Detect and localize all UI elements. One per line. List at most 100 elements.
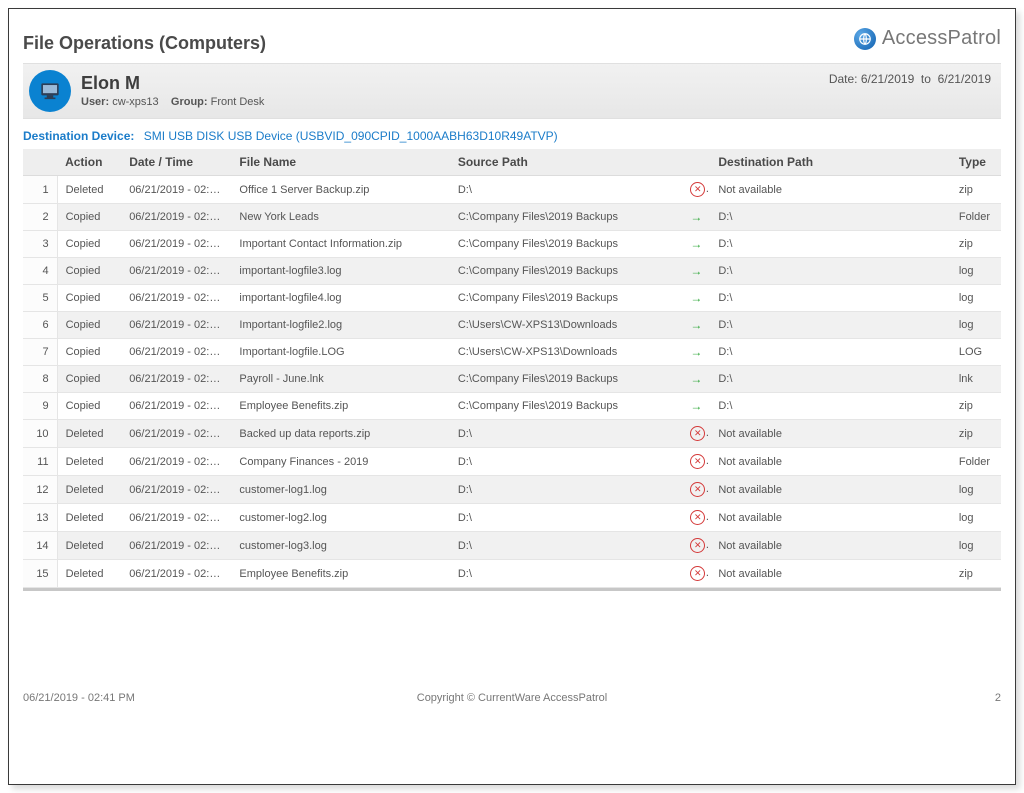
cell-source: C:\Company Files\2019 Backups <box>450 366 682 393</box>
cell-status-icon: ✕ <box>682 448 710 476</box>
table-header-row: Action Date / Time File Name Source Path… <box>23 149 1001 176</box>
row-number: 9 <box>23 393 57 420</box>
cell-datetime: 06/21/2019 - 02:34 PM <box>121 285 231 312</box>
cell-filename: important-logfile4.log <box>231 285 449 312</box>
circle-x-icon: ✕ <box>690 566 705 581</box>
row-number: 2 <box>23 204 57 231</box>
cell-filename: Company Finances - 2019 <box>231 448 449 476</box>
cell-action: Copied <box>57 231 121 258</box>
table-row: 13Deleted06/21/2019 - 02:29 PMcustomer-l… <box>23 504 1001 532</box>
subject-text: Elon M User: cw-xps13 Group: Front Desk <box>81 74 264 108</box>
globe-icon <box>854 28 876 50</box>
cell-status-icon: ✕ <box>682 476 710 504</box>
cell-action: Deleted <box>57 476 121 504</box>
cell-source: C:\Company Files\2019 Backups <box>450 231 682 258</box>
group-value: Front Desk <box>211 96 265 108</box>
arrow-right-icon: → <box>690 210 702 224</box>
cell-source: C:\Company Files\2019 Backups <box>450 393 682 420</box>
cell-source: D:\ <box>450 420 682 448</box>
cell-type: log <box>951 532 1001 560</box>
cell-filename: customer-log2.log <box>231 504 449 532</box>
cell-filename: customer-log3.log <box>231 532 449 560</box>
col-destination: Destination Path <box>710 149 950 176</box>
cell-source: C:\Users\CW-XPS13\Downloads <box>450 339 682 366</box>
row-number: 7 <box>23 339 57 366</box>
cell-type: Folder <box>951 204 1001 231</box>
cell-type: LOG <box>951 339 1001 366</box>
cell-filename: Important-logfile.LOG <box>231 339 449 366</box>
report-content: File Operations (Computers) AccessPatrol <box>23 23 1001 770</box>
arrow-right-icon: → <box>690 318 702 332</box>
cell-filename: Employee Benefits.zip <box>231 393 449 420</box>
cell-destination: D:\ <box>710 312 950 339</box>
cell-datetime: 06/21/2019 - 02:30 PM <box>121 393 231 420</box>
col-type: Type <box>951 149 1001 176</box>
cell-datetime: 06/21/2019 - 02:40 PM <box>121 176 231 204</box>
cell-destination: Not available <box>710 448 950 476</box>
cell-type: lnk <box>951 366 1001 393</box>
cell-source: D:\ <box>450 476 682 504</box>
cell-filename: customer-log1.log <box>231 476 449 504</box>
cell-datetime: 06/21/2019 - 02:29 PM <box>121 476 231 504</box>
table-row: 12Deleted06/21/2019 - 02:29 PMcustomer-l… <box>23 476 1001 504</box>
table-body: 1Deleted06/21/2019 - 02:40 PMOffice 1 Se… <box>23 176 1001 588</box>
user-label: User: <box>81 96 109 108</box>
cell-status-icon: → <box>682 258 710 285</box>
cell-datetime: 06/21/2019 - 02:29 PM <box>121 532 231 560</box>
cell-action: Deleted <box>57 532 121 560</box>
header: File Operations (Computers) AccessPatrol <box>23 23 1001 59</box>
subject-left: Elon M User: cw-xps13 Group: Front Desk <box>29 70 264 112</box>
cell-status-icon: ✕ <box>682 532 710 560</box>
cell-filename: Payroll - June.lnk <box>231 366 449 393</box>
col-action: Action <box>57 149 121 176</box>
cell-destination: D:\ <box>710 285 950 312</box>
cell-action: Copied <box>57 312 121 339</box>
subject-bar: Elon M User: cw-xps13 Group: Front Desk … <box>23 63 1001 119</box>
cell-destination: Not available <box>710 476 950 504</box>
cell-type: zip <box>951 420 1001 448</box>
table-end-rule <box>23 588 1001 591</box>
row-number: 14 <box>23 532 57 560</box>
circle-x-icon: ✕ <box>690 538 705 553</box>
device-label: Destination Device: <box>23 129 134 143</box>
cell-datetime: 06/21/2019 - 02:30 PM <box>121 366 231 393</box>
cell-datetime: 06/21/2019 - 02:34 PM <box>121 258 231 285</box>
table-row: 7Copied06/21/2019 - 02:33 PMImportant-lo… <box>23 339 1001 366</box>
brand: AccessPatrol <box>854 27 1001 50</box>
cell-action: Deleted <box>57 504 121 532</box>
arrow-right-icon: → <box>690 345 702 359</box>
cell-source: D:\ <box>450 504 682 532</box>
cell-action: Copied <box>57 393 121 420</box>
cell-source: D:\ <box>450 448 682 476</box>
row-number: 6 <box>23 312 57 339</box>
arrow-right-icon: → <box>690 237 702 251</box>
col-status-icon <box>682 149 710 176</box>
circle-x-icon: ✕ <box>690 510 705 525</box>
table-row: 6Copied06/21/2019 - 02:33 PMImportant-lo… <box>23 312 1001 339</box>
page-title: File Operations (Computers) <box>23 33 266 54</box>
table-row: 4Copied06/21/2019 - 02:34 PMimportant-lo… <box>23 258 1001 285</box>
cell-action: Deleted <box>57 176 121 204</box>
date-label: Date: <box>829 72 858 86</box>
cell-source: D:\ <box>450 560 682 588</box>
cell-destination: D:\ <box>710 393 950 420</box>
cell-destination: D:\ <box>710 231 950 258</box>
cell-datetime: 06/21/2019 - 02:29 PM <box>121 560 231 588</box>
cell-filename: important-logfile3.log <box>231 258 449 285</box>
cell-status-icon: → <box>682 366 710 393</box>
table-row: 3Copied06/21/2019 - 02:39 PMImportant Co… <box>23 231 1001 258</box>
table-row: 2Copied06/21/2019 - 02:39 PMNew York Lea… <box>23 204 1001 231</box>
cell-status-icon: → <box>682 285 710 312</box>
cell-type: log <box>951 476 1001 504</box>
cell-action: Deleted <box>57 420 121 448</box>
cell-source: D:\ <box>450 532 682 560</box>
cell-filename: New York Leads <box>231 204 449 231</box>
cell-type: zip <box>951 176 1001 204</box>
row-number: 11 <box>23 448 57 476</box>
cell-destination: Not available <box>710 560 950 588</box>
circle-x-icon: ✕ <box>690 454 705 469</box>
arrow-right-icon: → <box>690 291 702 305</box>
circle-x-icon: ✕ <box>690 426 705 441</box>
table-row: 9Copied06/21/2019 - 02:30 PMEmployee Ben… <box>23 393 1001 420</box>
cell-datetime: 06/21/2019 - 02:29 PM <box>121 420 231 448</box>
